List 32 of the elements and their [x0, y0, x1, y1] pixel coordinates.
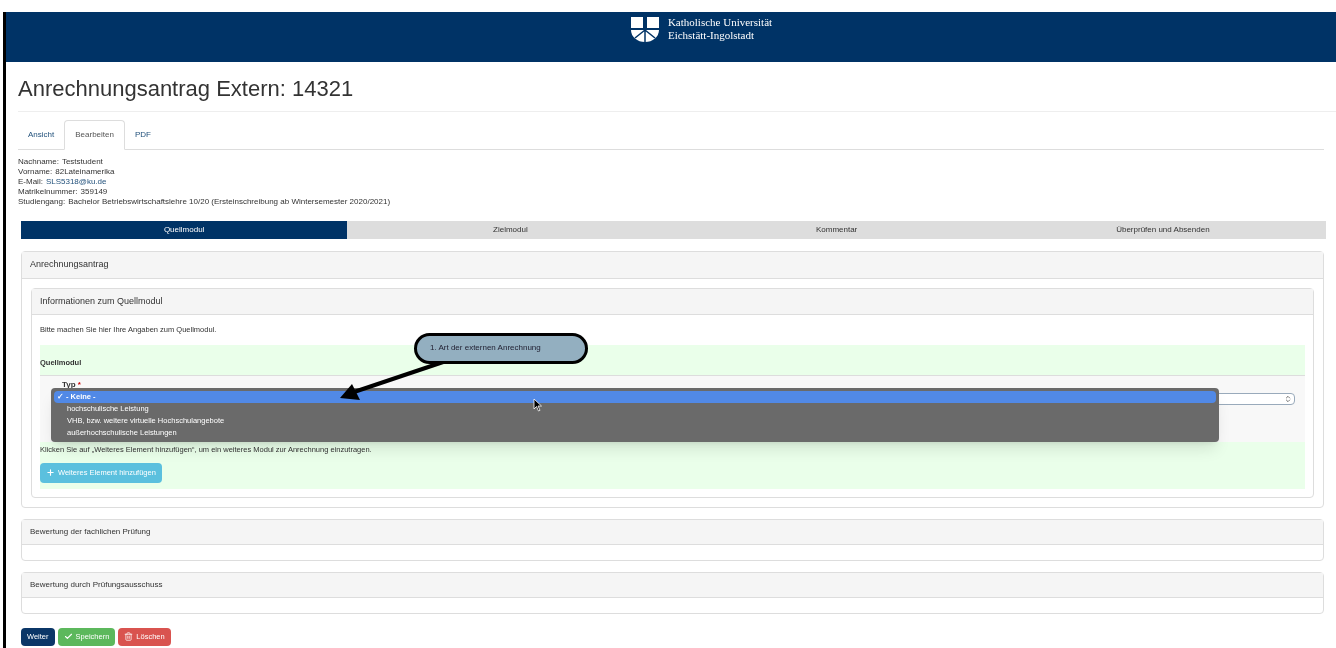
step-tab[interactable]: Zielmodul	[347, 221, 674, 239]
trash-icon	[124, 632, 134, 642]
tab[interactable]: Ansicht	[18, 120, 65, 149]
logo-text: Eichstätt-Ingolstadt	[667, 29, 756, 42]
info-value: 82Lateinamerika	[55, 167, 115, 177]
check-icon	[63, 632, 73, 642]
page-title: Anrechnungsantrag Extern: 14321	[18, 72, 1336, 112]
info-value: Bachelor Betriebswirtschaftslehre 10/20 (Ersteinschreibung ab Wintersemester 2020/2021)	[68, 197, 391, 207]
info-label: Nachname:	[18, 157, 59, 167]
tab[interactable]: PDF	[124, 120, 161, 149]
required-mark: *	[77, 378, 81, 391]
callout-bubble: 1. Art der externen Anrechnung	[414, 332, 588, 364]
select-arrows-icon	[1284, 394, 1292, 403]
info-label: E-Mail:	[18, 177, 43, 187]
panel-heading: Bewertung durch Prüfungsausschuss	[22, 572, 1323, 598]
info-value: Teststudent	[61, 157, 103, 167]
step-tab[interactable]: Kommentar	[673, 221, 1000, 239]
panel-heading: Bewertung der fachlichen Prüfung	[22, 519, 1323, 545]
tab[interactable]: Bearbeiten	[64, 120, 125, 150]
info-label: Matrikelnummer:	[18, 187, 78, 197]
info-label: Vorname:	[18, 167, 53, 177]
university-logo-icon	[629, 16, 660, 42]
step-tab[interactable]: Überprüfen und Absenden	[999, 221, 1326, 239]
plus-icon	[46, 468, 55, 478]
mouse-cursor-icon	[533, 397, 543, 412]
panel-heading: Informationen zum Quellmodul	[32, 288, 1313, 315]
email-link[interactable]: SLS5318@ku.de	[45, 177, 107, 187]
info-value: 359149	[80, 187, 108, 197]
step-tab[interactable]: Quellmodul	[21, 221, 348, 239]
info-label: Studiengang:	[18, 197, 66, 207]
panel-heading: Anrechnungsantrag	[22, 252, 1323, 279]
logo-text: Katholische Universität	[667, 16, 773, 29]
